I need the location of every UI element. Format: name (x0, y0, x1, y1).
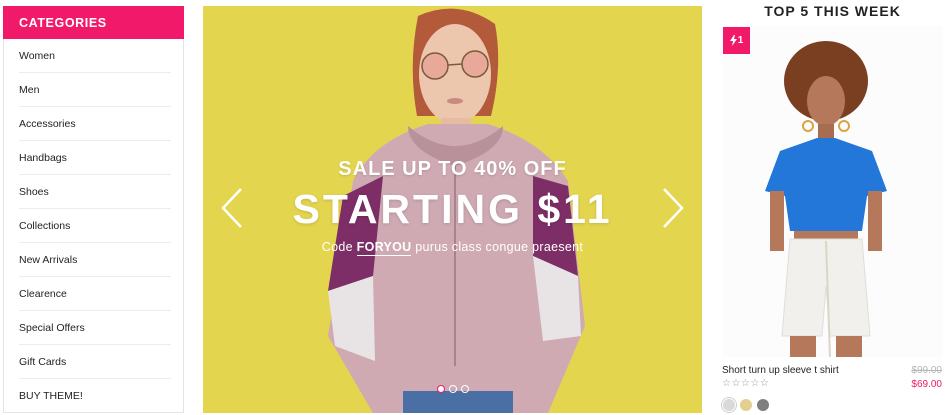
category-men[interactable]: Men (19, 73, 171, 107)
category-clearence[interactable]: Clearence (19, 277, 171, 311)
hero-slider[interactable]: SALE UP TO 40% OFF STARTING $11 Code FOR… (203, 6, 702, 413)
slider-dot-2[interactable] (448, 385, 457, 393)
product-name[interactable]: Short turn up sleeve t shirt (722, 365, 839, 376)
category-collections[interactable]: Collections (19, 209, 171, 243)
color-swatch-beige[interactable] (740, 399, 752, 411)
hero-caption: Code FORYOU purus class congue praesent (203, 240, 702, 256)
category-accessories[interactable]: Accessories (19, 107, 171, 141)
rank-badge: 1 (723, 27, 750, 54)
slider-next-button[interactable] (658, 186, 688, 230)
chevron-right-icon (663, 188, 684, 228)
color-swatches (721, 397, 769, 413)
hero-caption-suffix: purus class congue praesent (415, 240, 584, 254)
categories-list: Women Men Accessories Handbags Shoes Col… (4, 39, 183, 413)
hero-title: STARTING $11 (292, 186, 613, 232)
category-special-offers[interactable]: Special Offers (19, 311, 171, 345)
category-shoes[interactable]: Shoes (19, 175, 171, 209)
categories-sidebar: CATEGORIES Women Men Accessories Handbag… (3, 6, 184, 413)
category-new-arrivals[interactable]: New Arrivals (19, 243, 171, 277)
product-model-image (765, 41, 887, 357)
color-swatch-light-gray[interactable] (721, 397, 737, 413)
hero-caption-prefix: Code (321, 240, 353, 254)
slider-prev-button[interactable] (217, 186, 247, 230)
hero-promo-code: FORYOU (356, 240, 412, 256)
lightning-icon (729, 35, 737, 46)
categories-title: CATEGORIES (3, 6, 184, 39)
slider-pagination (203, 385, 702, 393)
category-women[interactable]: Women (19, 39, 171, 73)
top5-title: TOP 5 THIS WEEK (764, 3, 901, 19)
chevron-left-icon (221, 188, 242, 228)
category-handbags[interactable]: Handbags (19, 141, 171, 175)
hero-subtitle: SALE UP TO 40% OFF (338, 158, 567, 180)
product-price: $69.00 (911, 379, 942, 390)
slider-dot-3[interactable] (460, 385, 469, 393)
product-rating-stars: ☆☆☆☆☆ (722, 378, 770, 389)
rank-number: 1 (737, 35, 744, 46)
slider-dot-1[interactable] (436, 385, 445, 393)
product-image[interactable] (722, 26, 943, 357)
color-swatch-dark-gray[interactable] (757, 399, 769, 411)
category-gift-cards[interactable]: Gift Cards (19, 345, 171, 379)
category-buy-theme[interactable]: BUY THEME! (19, 379, 171, 413)
product-old-price: $99.00 (911, 365, 942, 376)
